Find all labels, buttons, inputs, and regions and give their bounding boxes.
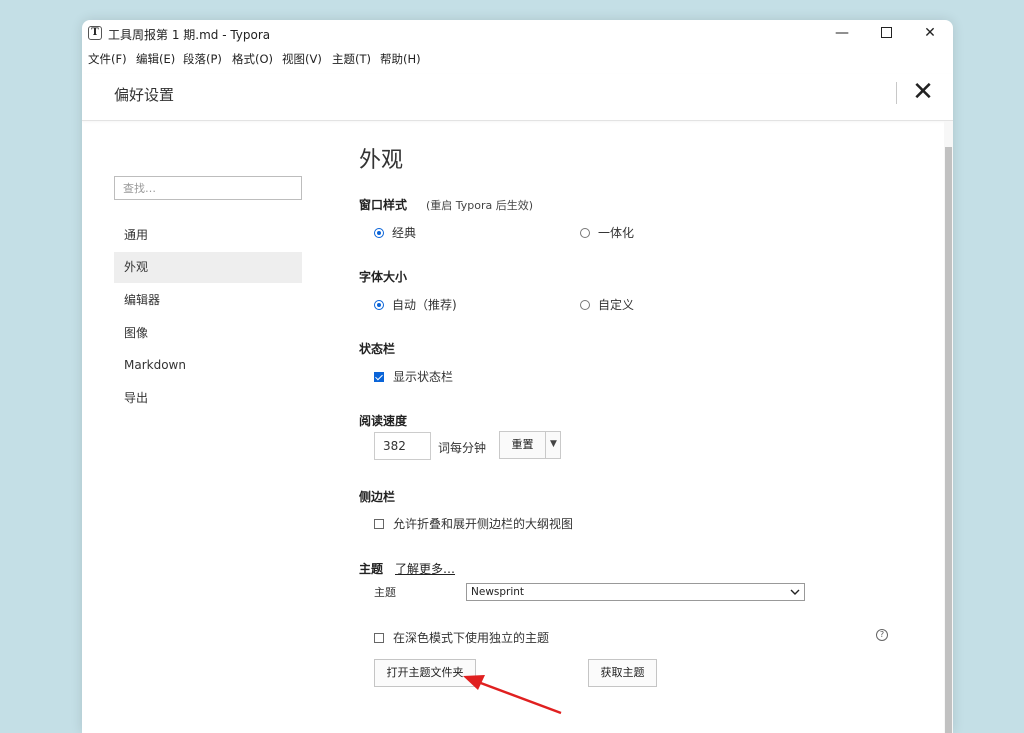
checkbox-label: 在深色模式下使用独立的主题 — [393, 631, 550, 645]
radio-label: 自定义 — [598, 298, 635, 312]
radio-custom[interactable]: 自定义 — [580, 296, 634, 313]
menu-format[interactable]: 格式(O) — [232, 51, 273, 67]
maximize-icon — [880, 26, 892, 38]
radio-button[interactable] — [374, 299, 384, 310]
help-icon[interactable]: ? — [876, 629, 888, 641]
radio-label: 经典 — [392, 226, 417, 240]
section-reading-speed: 阅读速度 — [359, 414, 408, 428]
close-preferences-button[interactable]: ✕ — [912, 77, 934, 107]
reset-button[interactable]: 重置 — [500, 432, 545, 458]
menu-edit[interactable]: 编辑(E) — [136, 51, 175, 67]
header-divider — [896, 82, 897, 104]
checkbox[interactable] — [374, 518, 384, 529]
reading-speed-input[interactable] — [374, 432, 431, 460]
typora-app-icon: T — [88, 26, 102, 40]
nav-item-editor[interactable]: 编辑器 — [114, 285, 302, 316]
window-title: 工具周报第 1 期.md - Typora — [108, 28, 271, 42]
radio-classic[interactable]: 经典 — [374, 224, 416, 241]
chevron-down-icon — [790, 589, 800, 595]
theme-select-label: 主题 — [374, 586, 396, 599]
menu-themes[interactable]: 主题(T) — [332, 51, 371, 67]
checkbox[interactable] — [374, 632, 384, 643]
radio-button[interactable] — [580, 299, 590, 310]
section-window-style: 窗口样式 — [359, 198, 408, 212]
menu-help[interactable]: 帮助(H) — [380, 51, 421, 67]
reading-speed-unit: 词每分钟 — [438, 441, 487, 455]
dropdown-arrow-icon[interactable]: ▼ — [546, 432, 561, 458]
typora-window: T 工具周报第 1 期.md - Typora — ✕ 文件(F) 编辑(E) … — [82, 20, 953, 733]
maximize-button[interactable] — [864, 20, 908, 46]
radio-auto[interactable]: 自动（推荐) — [374, 296, 457, 313]
section-theme: 主题 — [359, 562, 384, 576]
theme-select-value: Newsprint — [471, 586, 525, 598]
radio-label: 自动（推荐) — [392, 298, 457, 312]
reset-split-button: 重置 ▼ — [499, 431, 561, 459]
menu-view[interactable]: 视图(V) — [282, 51, 322, 67]
section-status-bar: 状态栏 — [359, 342, 396, 356]
nav-item-general[interactable]: 通用 — [114, 220, 302, 251]
restart-note: (重启 Typora 后生效) — [426, 199, 534, 212]
learn-more-link[interactable]: 了解更多… — [395, 560, 455, 577]
checkbox-label: 允许折叠和展开侧边栏的大纲视图 — [393, 517, 574, 531]
title-bar[interactable]: T 工具周报第 1 期.md - Typora — ✕ — [82, 20, 953, 46]
radio-label: 一体化 — [598, 226, 635, 240]
close-window-button[interactable]: ✕ — [908, 20, 952, 46]
open-theme-folder-button[interactable]: 打开主题文件夹 — [374, 659, 476, 687]
preferences-title: 偏好设置 — [114, 86, 175, 104]
preferences-header: 偏好设置 ✕ — [82, 74, 953, 121]
minimize-button[interactable]: — — [820, 20, 864, 46]
radio-button[interactable] — [374, 227, 384, 238]
close-icon: ✕ — [924, 25, 936, 41]
scrollbar-thumb[interactable] — [945, 147, 952, 733]
page-title: 外观 — [359, 148, 404, 173]
close-icon: ✕ — [912, 77, 934, 107]
nav-item-appearance[interactable]: 外观 — [114, 252, 302, 283]
section-font-size: 字体大小 — [359, 270, 408, 284]
minimize-icon: — — [835, 25, 849, 41]
checkbox-label: 显示状态栏 — [393, 370, 454, 384]
dark-mode-theme-toggle[interactable]: 在深色模式下使用独立的主题 — [374, 629, 549, 646]
menu-paragraph[interactable]: 段落(P) — [183, 51, 222, 67]
checkbox[interactable] — [374, 371, 384, 382]
status-bar-toggle[interactable]: 显示状态栏 — [374, 368, 453, 385]
sidebar-outline-toggle[interactable]: 允许折叠和展开侧边栏的大纲视图 — [374, 515, 573, 532]
menu-file[interactable]: 文件(F) — [88, 51, 127, 67]
get-themes-button[interactable]: 获取主题 — [588, 659, 657, 687]
nav-item-image[interactable]: 图像 — [114, 318, 302, 349]
theme-select[interactable]: Newsprint — [466, 583, 805, 601]
section-sidebar: 侧边栏 — [359, 490, 396, 504]
preferences-search-input[interactable] — [114, 176, 302, 200]
nav-item-export[interactable]: 导出 — [114, 383, 302, 414]
nav-item-markdown[interactable]: Markdown — [114, 350, 302, 381]
radio-button[interactable] — [580, 227, 590, 238]
radio-unibody[interactable]: 一体化 — [580, 224, 634, 241]
